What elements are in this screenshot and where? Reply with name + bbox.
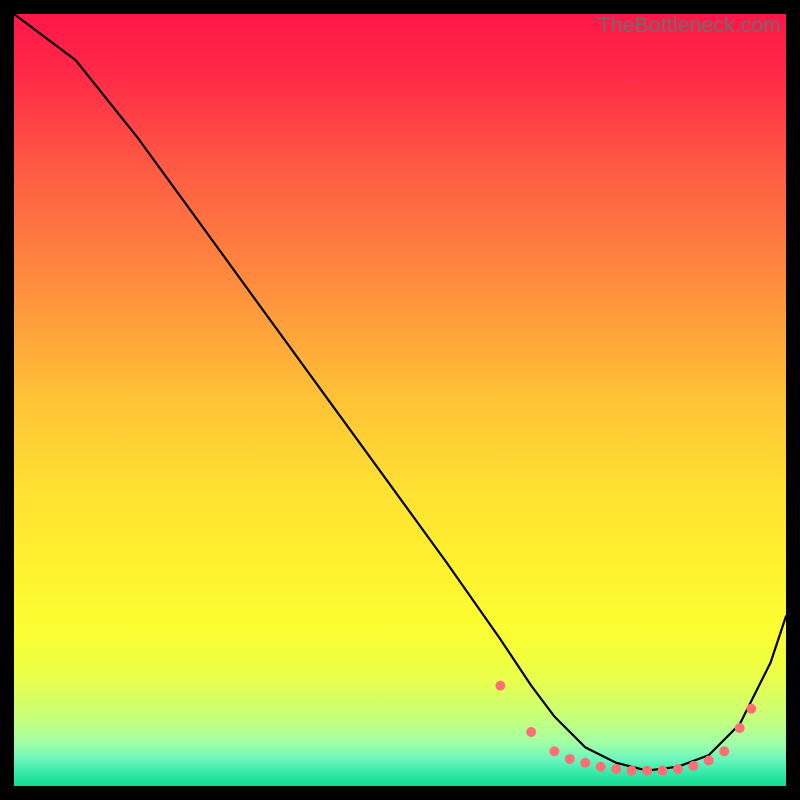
watermark-text: TheBottleneck.com	[598, 14, 781, 38]
marker-dot	[704, 756, 714, 766]
bottleneck-chart	[14, 14, 786, 786]
marker-dot	[658, 766, 668, 776]
marker-dot	[495, 681, 505, 691]
marker-dot	[549, 746, 559, 756]
marker-dot	[596, 762, 606, 772]
marker-dot	[735, 723, 745, 733]
marker-dot	[526, 727, 536, 737]
chart-frame: TheBottleneck.com	[14, 14, 786, 786]
marker-dot	[580, 758, 590, 768]
marker-dot	[746, 704, 756, 714]
marker-dot	[642, 766, 652, 776]
marker-dot	[611, 764, 621, 774]
marker-dot	[719, 746, 729, 756]
marker-dot	[565, 754, 575, 764]
marker-dot	[673, 764, 683, 774]
marker-dot	[627, 766, 637, 776]
gradient-background	[14, 14, 786, 786]
marker-dot	[688, 761, 698, 771]
